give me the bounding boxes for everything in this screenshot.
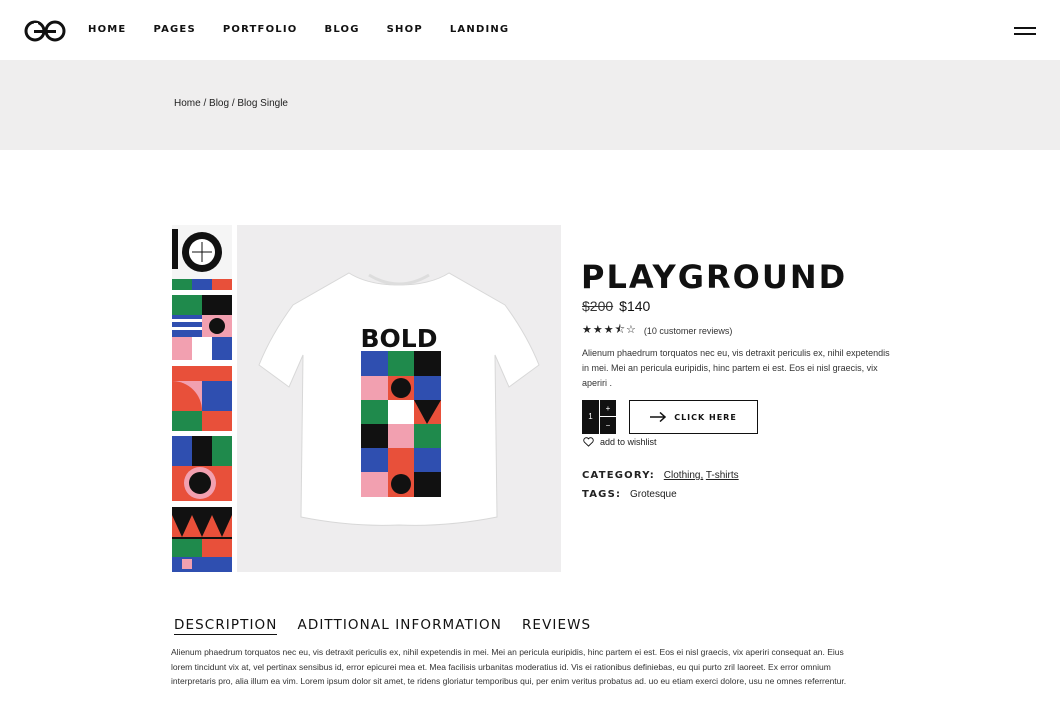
rating: ★★★⯪☆ (10 customer reviews) (582, 321, 732, 340)
breadcrumb-blog[interactable]: Blog (209, 98, 229, 109)
thumbnail-strip (172, 225, 232, 572)
quantity-stepper: 1 + − (582, 400, 616, 434)
tab-reviews[interactable]: REVIEWS (522, 617, 591, 635)
breadcrumb: Home / Blog / Blog Single (174, 98, 288, 109)
logo-icon[interactable] (24, 20, 66, 42)
product-description: Alienum phaedrum torquatos nec eu, vis d… (582, 348, 890, 388)
menu-icon[interactable] (1014, 25, 1036, 37)
heart-icon (583, 437, 594, 447)
click-here-label: CLICK HERE (674, 412, 737, 422)
nav-landing[interactable]: LANDING (450, 24, 509, 35)
product-title: PLAYGROUND (581, 258, 848, 296)
tags-label: TAGS: (582, 489, 622, 500)
tags-row: TAGS: Grotesque (582, 489, 677, 500)
product-main-image[interactable]: BOLD (237, 225, 561, 572)
breadcrumb-current: Blog Single (237, 98, 288, 109)
category-label: CATEGORY: (582, 470, 655, 481)
thumbnail-5[interactable] (172, 507, 232, 572)
site-header: HOME PAGES PORTFOLIO BLOG SHOP LANDING (0, 0, 1060, 60)
star-rating-icon: ★★★⯪☆ (582, 324, 637, 336)
breadcrumb-band: Home / Blog / Blog Single (0, 60, 1060, 150)
old-price: $200 (582, 298, 614, 314)
add-to-wishlist[interactable]: add to wishlist (583, 437, 657, 447)
nav-pages[interactable]: PAGES (153, 24, 195, 35)
nav-shop[interactable]: SHOP (387, 24, 423, 35)
nav-portfolio[interactable]: PORTFOLIO (223, 24, 298, 35)
tshirt-print-pattern (361, 351, 441, 497)
thumbnail-2[interactable] (172, 295, 232, 360)
category-row: CATEGORY: Clothing, T-shirts (582, 470, 739, 481)
tab-description[interactable]: DESCRIPTION (174, 617, 278, 635)
tab-additional-information[interactable]: ADITTIONAL INFORMATION (297, 617, 501, 635)
category-link-tshirts[interactable]: T-shirts (706, 470, 739, 481)
quantity-increase-button[interactable]: + (599, 400, 616, 417)
breadcrumb-separator: / (200, 98, 210, 109)
thumbnail-4[interactable] (172, 436, 232, 501)
click-here-button[interactable]: CLICK HERE (629, 400, 758, 434)
main-nav: HOME PAGES PORTFOLIO BLOG SHOP LANDING (88, 24, 536, 35)
nav-blog[interactable]: BLOG (325, 24, 360, 35)
quantity-decrease-button[interactable]: − (599, 417, 616, 434)
nav-home[interactable]: HOME (88, 24, 126, 35)
thumbnail-3[interactable] (172, 366, 232, 431)
tag-value[interactable]: Grotesque (630, 489, 677, 500)
review-count[interactable]: (10 customer reviews) (644, 326, 733, 336)
wishlist-label: add to wishlist (600, 437, 657, 447)
price: $200 $140 (582, 298, 650, 314)
product-tabs: DESCRIPTION ADITTIONAL INFORMATION REVIE… (174, 617, 611, 635)
category-link-clothing[interactable]: Clothing, (664, 470, 703, 481)
quantity-value[interactable]: 1 (582, 400, 599, 434)
tshirt-print-text: BOLD (361, 324, 438, 353)
current-price: $140 (619, 298, 651, 314)
breadcrumb-home[interactable]: Home (174, 98, 201, 109)
thumbnail-1[interactable] (172, 225, 232, 290)
tab-content: Alienum phaedrum torquatos nec eu, vis d… (171, 647, 847, 686)
tshirt-image: BOLD (258, 272, 540, 526)
arrow-right-icon (650, 412, 667, 422)
